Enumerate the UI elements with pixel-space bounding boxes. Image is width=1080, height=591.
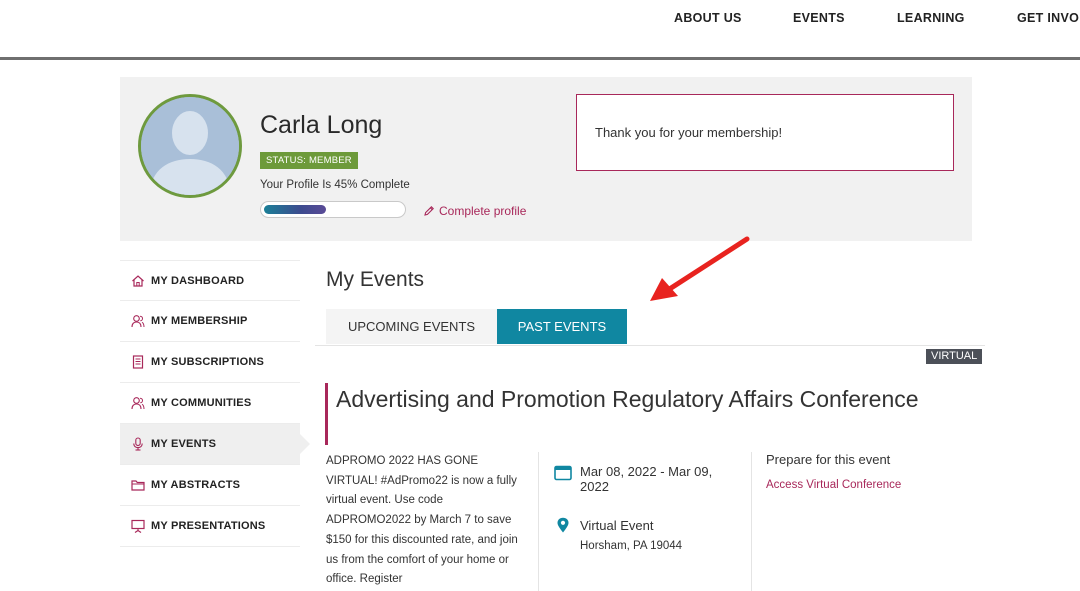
membership-message: Thank you for your membership! bbox=[595, 125, 783, 140]
event-title[interactable]: Advertising and Promotion Regulatory Aff… bbox=[336, 385, 936, 414]
profile-completion-text: Your Profile Is 45% Complete bbox=[260, 179, 410, 191]
complete-profile-link[interactable]: Complete profile bbox=[423, 204, 526, 218]
profile-header: Carla Long STATUS: MEMBER Your Profile I… bbox=[120, 77, 972, 241]
sidebar-item-subscriptions[interactable]: MY SUBSCRIPTIONS bbox=[120, 342, 300, 383]
prepare-heading: Prepare for this event bbox=[766, 452, 891, 467]
top-nav: ABOUT US EVENTS LEARNING GET INVO bbox=[0, 0, 1080, 58]
sidebar-item-label: MY PRESENTATIONS bbox=[151, 520, 266, 532]
sidebar-item-label: MY ABSTRACTS bbox=[151, 479, 241, 491]
nav-get-involved[interactable]: GET INVO bbox=[1017, 11, 1079, 25]
pencil-icon bbox=[424, 206, 434, 216]
event-accent-bar bbox=[325, 383, 328, 445]
column-divider bbox=[751, 452, 752, 591]
event-date: Mar 08, 2022 - Mar 09, 2022 bbox=[580, 464, 713, 494]
users-icon bbox=[131, 315, 145, 328]
home-icon bbox=[132, 275, 144, 287]
microphone-icon bbox=[133, 437, 143, 451]
sidebar-item-label: MY COMMUNITIES bbox=[151, 397, 252, 409]
avatar[interactable] bbox=[138, 94, 242, 198]
sidebar-item-dashboard[interactable]: MY DASHBOARD bbox=[120, 260, 300, 301]
nav-events[interactable]: EVENTS bbox=[793, 11, 845, 25]
sidebar-item-presentations[interactable]: MY PRESENTATIONS bbox=[120, 506, 300, 547]
sidebar-item-label: MY SUBSCRIPTIONS bbox=[151, 356, 265, 368]
location-pin-icon bbox=[557, 517, 569, 533]
folder-icon bbox=[131, 480, 145, 491]
users-icon bbox=[131, 397, 145, 410]
tab-divider bbox=[315, 345, 985, 346]
sidebar-item-label: MY EVENTS bbox=[151, 438, 217, 450]
column-divider bbox=[538, 452, 539, 591]
profile-progress-bar bbox=[260, 201, 406, 218]
active-indicator bbox=[300, 434, 310, 454]
sidebar-item-abstracts[interactable]: MY ABSTRACTS bbox=[120, 465, 300, 506]
event-location-address: Horsham, PA 19044 bbox=[580, 540, 683, 552]
complete-profile-label: Complete profile bbox=[439, 204, 527, 218]
status-badge: STATUS: MEMBER bbox=[260, 152, 358, 169]
nav-learning[interactable]: LEARNING bbox=[897, 11, 965, 25]
document-icon bbox=[132, 355, 144, 369]
virtual-badge: VIRTUAL bbox=[926, 349, 983, 364]
presentation-icon bbox=[131, 519, 145, 533]
tab-past-events[interactable]: PAST EVENTS bbox=[497, 309, 627, 344]
sidebar-item-communities[interactable]: MY COMMUNITIES bbox=[120, 383, 300, 424]
sidebar-item-label: MY MEMBERSHIP bbox=[151, 315, 248, 327]
access-virtual-conference-link[interactable]: Access Virtual Conference bbox=[766, 479, 901, 491]
sidebar: MY DASHBOARD MY MEMBERSHIP MY SUBSCRIPTI… bbox=[120, 260, 310, 547]
tab-upcoming-events[interactable]: UPCOMING EVENTS bbox=[326, 309, 497, 344]
calendar-icon bbox=[554, 465, 572, 481]
page-title: My Events bbox=[326, 268, 425, 291]
sidebar-item-label: MY DASHBOARD bbox=[151, 275, 245, 287]
profile-name: Carla Long bbox=[260, 111, 383, 139]
sidebar-item-membership[interactable]: MY MEMBERSHIP bbox=[120, 301, 300, 342]
profile-progress-fill bbox=[264, 205, 326, 214]
sidebar-item-events[interactable]: MY EVENTS bbox=[120, 424, 310, 465]
user-silhouette-icon bbox=[141, 97, 239, 195]
nav-about-us[interactable]: ABOUT US bbox=[674, 11, 742, 25]
annotation-arrow-icon bbox=[650, 236, 750, 301]
membership-message-box: Thank you for your membership! bbox=[576, 94, 954, 171]
event-description: ADPROMO 2022 HAS GONE VIRTUAL! #AdPromo2… bbox=[326, 455, 518, 586]
event-location-title: Virtual Event bbox=[580, 518, 654, 533]
nav-divider bbox=[0, 57, 1080, 60]
